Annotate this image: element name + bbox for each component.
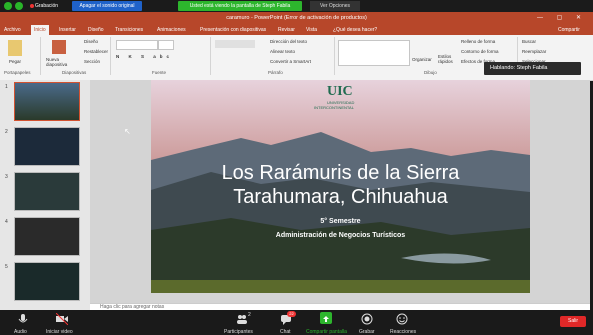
- slide-program: Administración de Negocios Turísticos: [275, 232, 406, 239]
- group-parrafo: Párrafo: [268, 70, 283, 75]
- participants-icon[interactable]: [236, 312, 248, 324]
- recording-label: Grabación: [35, 3, 59, 9]
- ribbon-divider: [210, 37, 211, 75]
- smartart-button[interactable]: Convertir a SmartArt: [270, 59, 311, 64]
- slide-thumbnail[interactable]: [14, 82, 80, 121]
- participants-count: 2: [248, 312, 251, 318]
- participants-label[interactable]: Participantes: [224, 329, 253, 335]
- text-direction-button[interactable]: Dirección del texto: [270, 39, 307, 44]
- tab-vista[interactable]: Vista: [306, 25, 317, 35]
- font-size-select[interactable]: [158, 40, 174, 50]
- tab-revisar[interactable]: Revisar: [278, 25, 295, 35]
- view-options-button[interactable]: Ver Opciones: [310, 1, 360, 11]
- slide-title-line1: Los Rarámuris de la Sierra: [221, 162, 460, 184]
- paste-icon[interactable]: [8, 40, 22, 56]
- chat-label[interactable]: Chat: [280, 329, 291, 335]
- ribbon-divider: [110, 37, 111, 75]
- slide-thumbnail[interactable]: [14, 217, 80, 256]
- ribbon-divider: [334, 37, 335, 75]
- video-icon[interactable]: [55, 312, 69, 326]
- ribbon-divider: [40, 37, 41, 75]
- share-button[interactable]: Compartir: [558, 25, 580, 35]
- uic-logo: UIC: [327, 84, 353, 99]
- record-icon[interactable]: [361, 312, 373, 325]
- recording-dot-icon: [30, 4, 34, 8]
- reset-button[interactable]: Restablecer: [84, 49, 108, 54]
- record-label[interactable]: Grabar: [359, 329, 375, 335]
- reactions-glyph: [396, 313, 408, 325]
- notes-pane[interactable]: Haga clic para agregar notas: [90, 303, 590, 310]
- thumb-number: 5: [5, 264, 8, 270]
- tab-animaciones[interactable]: Animaciones: [157, 25, 186, 35]
- group-dibujo: Dibujo: [424, 70, 437, 75]
- tab-diseno[interactable]: Diseño: [88, 25, 104, 35]
- group-diapositivas: Diapositivas: [62, 70, 87, 75]
- new-slide-label[interactable]: Nueva diapositiva: [46, 57, 76, 67]
- tab-archivo[interactable]: Archivo: [4, 25, 21, 35]
- shape-fill-button[interactable]: Relleno de forma: [461, 39, 495, 44]
- window-controls[interactable]: — ▢ ✕: [537, 12, 587, 25]
- microphone-icon[interactable]: [17, 312, 29, 324]
- reactions-label[interactable]: Reacciones: [390, 329, 416, 335]
- layout-button[interactable]: Diseño: [84, 39, 98, 44]
- font-family-select[interactable]: [116, 40, 158, 50]
- group-fuente: Fuente: [152, 70, 167, 75]
- slide-thumbnail[interactable]: [14, 172, 80, 211]
- search-box[interactable]: ¿Qué desea hacer?: [333, 25, 377, 35]
- shapes-gallery[interactable]: [338, 40, 410, 66]
- share-screen-icon[interactable]: [320, 312, 332, 324]
- group-portapapeles: Portapapeles: [4, 70, 31, 75]
- align-text-button[interactable]: Alinear texto: [270, 49, 295, 54]
- share-banner: Usted está viendo la pantalla de Steph F…: [178, 1, 302, 11]
- paragraph-list-buttons[interactable]: [215, 40, 255, 48]
- mouse-cursor-icon: ↖: [124, 127, 131, 136]
- video-glyph: [55, 312, 69, 326]
- tab-transiciones[interactable]: Transiciones: [115, 25, 143, 35]
- tab-inicio[interactable]: Inicio: [31, 25, 49, 35]
- slide-thumbnail[interactable]: [14, 127, 80, 166]
- find-button[interactable]: Buscar: [522, 39, 536, 44]
- audio-label[interactable]: Audio: [14, 329, 27, 335]
- microphone-glyph: [18, 314, 28, 323]
- font-format-buttons[interactable]: N K S abc: [116, 54, 173, 59]
- leave-button[interactable]: Salir: [560, 316, 586, 327]
- university-name: INTERCONTINENTAL: [314, 105, 354, 110]
- speaking-indicator: Hablando: Steph Fabila: [484, 62, 581, 75]
- paste-label[interactable]: Pegar: [9, 59, 21, 64]
- slide-semester: 5° Semestre: [320, 218, 361, 225]
- start-video-label[interactable]: Iniciar video: [46, 329, 73, 335]
- new-slide-icon[interactable]: [52, 40, 66, 54]
- ppt-window-title: caramuro - PowerPoint (Error de activaci…: [226, 15, 367, 21]
- slide-thumbnail[interactable]: [14, 262, 80, 301]
- encryption-icon[interactable]: [15, 2, 23, 10]
- participants-glyph: [237, 315, 247, 324]
- thumb-number: 1: [5, 84, 8, 90]
- zoom-toolbar: [0, 310, 593, 335]
- section-button[interactable]: Sección: [84, 59, 100, 64]
- share-screen-label[interactable]: Compartir pantalla: [306, 329, 347, 335]
- tab-insertar[interactable]: Insertar: [59, 25, 76, 35]
- thumb-number: 4: [5, 219, 8, 225]
- share-screen-glyph: [323, 316, 329, 322]
- slide-title-line2: Tarahumara, Chihuahua: [233, 186, 448, 208]
- thumb-number: 2: [5, 129, 8, 135]
- tab-presentacion[interactable]: Presentación con diapositivas: [200, 25, 266, 35]
- replace-button[interactable]: Reemplazar: [522, 49, 546, 54]
- chat-badge: 22: [287, 311, 296, 317]
- security-shield-icon[interactable]: [4, 2, 12, 10]
- quick-styles-button[interactable]: Estilos rápidos: [438, 54, 458, 64]
- reactions-icon[interactable]: [396, 312, 408, 325]
- arrange-button[interactable]: Organizar: [412, 57, 432, 62]
- record-glyph: [361, 313, 373, 325]
- current-slide[interactable]: UIC UNIVERSIDAD INTERCONTINENTAL Los Rar…: [151, 80, 530, 293]
- thumb-number: 3: [5, 174, 8, 180]
- shape-outline-button[interactable]: Contorno de forma: [461, 49, 499, 54]
- original-sound-button[interactable]: Apagar el sonido original: [72, 1, 142, 11]
